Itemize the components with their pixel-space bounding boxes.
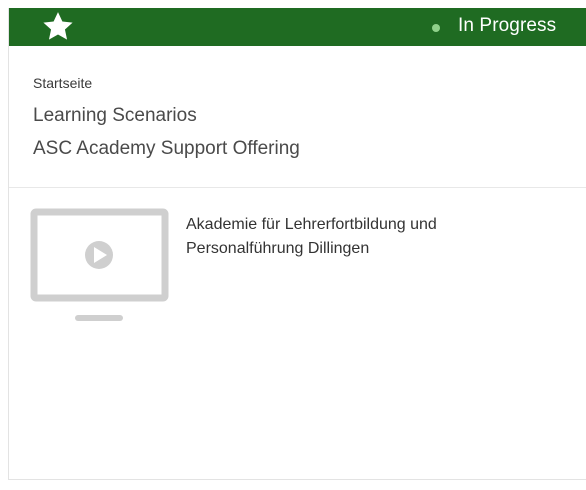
card-header: In Progress xyxy=(9,8,586,46)
divider xyxy=(9,187,586,188)
star-icon xyxy=(43,12,73,40)
course-card[interactable]: In Progress Startseite Learning Scenario… xyxy=(8,8,586,480)
breadcrumb-item-learning-scenarios[interactable]: Learning Scenarios xyxy=(33,104,300,128)
breadcrumb: Startseite Learning Scenarios ASC Academ… xyxy=(33,72,300,161)
status-badge: In Progress xyxy=(458,15,557,36)
provider-name: Akademie für Lehrerfortbildung und Perso… xyxy=(186,216,437,257)
status-dot-icon xyxy=(432,24,440,32)
monitor-play-icon xyxy=(30,208,169,321)
breadcrumb-item-course-title[interactable]: ASC Academy Support Offering xyxy=(33,137,300,161)
breadcrumb-item-home[interactable]: Startseite xyxy=(33,72,300,94)
